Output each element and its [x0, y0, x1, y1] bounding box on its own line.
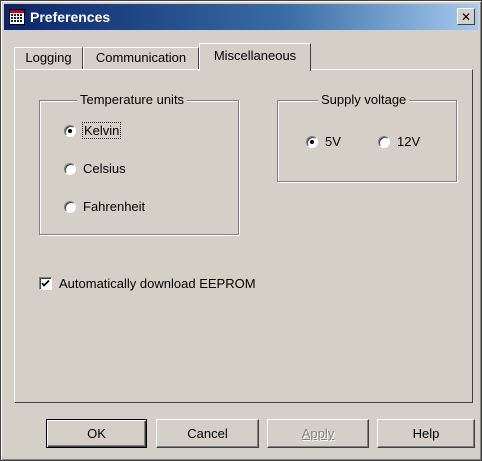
close-icon: ✕ [460, 9, 472, 24]
checkbox[interactable] [39, 277, 52, 290]
radio-button[interactable] [64, 162, 76, 175]
tab-logging[interactable]: Logging [14, 47, 83, 69]
button-label: Cancel [187, 426, 228, 441]
preferences-dialog: Preferences ✕ Logging Communication Misc… [0, 0, 482, 461]
temperature-units-group: Temperature units Kelvin Celsius Fahrenh… [39, 92, 239, 235]
miscellaneous-panel: Temperature units Kelvin Celsius Fahrenh… [14, 69, 473, 403]
radio-button[interactable] [64, 200, 76, 213]
radio-button[interactable] [306, 135, 318, 148]
help-button[interactable]: Help [377, 419, 475, 448]
tab-label: Miscellaneous [213, 48, 297, 63]
radio-12v[interactable]: 12V [378, 134, 420, 149]
radio-label: 5V [325, 134, 341, 149]
apply-button[interactable]: Apply [267, 419, 369, 448]
checkmark-icon [41, 279, 50, 287]
radio-celsius[interactable]: Celsius [64, 161, 126, 176]
tab-label: Logging [25, 50, 72, 65]
tab-miscellaneous[interactable]: Miscellaneous [199, 43, 311, 71]
radio-label: Kelvin [81, 122, 122, 139]
button-label: OK [87, 426, 106, 441]
window-title: Preferences [30, 9, 111, 25]
radio-kelvin[interactable]: Kelvin [64, 122, 122, 139]
radio-5v[interactable]: 5V [306, 134, 341, 149]
ok-button[interactable]: OK [46, 419, 147, 448]
tab-communication[interactable]: Communication [83, 47, 199, 69]
auto-download-eeprom-checkbox[interactable]: Automatically download EEPROM [39, 276, 256, 291]
button-label: Help [412, 426, 440, 441]
radio-button[interactable] [64, 124, 76, 137]
radio-label: 12V [397, 134, 421, 149]
cancel-button[interactable]: Cancel [156, 419, 259, 448]
radio-button[interactable] [378, 135, 390, 148]
radio-label: Celsius [83, 161, 126, 176]
calendar-grid-icon [9, 9, 25, 25]
close-button[interactable]: ✕ [457, 8, 475, 25]
radio-label: Fahrenheit [83, 199, 146, 214]
group-label: Temperature units [77, 92, 188, 108]
supply-voltage-group: Supply voltage 5V 12V [277, 92, 457, 182]
radio-fahrenheit[interactable]: Fahrenheit [64, 199, 145, 214]
title-bar[interactable]: Preferences ✕ [4, 4, 478, 30]
button-label: Apply [301, 426, 335, 441]
checkbox-label: Automatically download EEPROM [59, 276, 256, 291]
group-label: Supply voltage [318, 92, 410, 108]
tab-label: Communication [95, 50, 187, 65]
